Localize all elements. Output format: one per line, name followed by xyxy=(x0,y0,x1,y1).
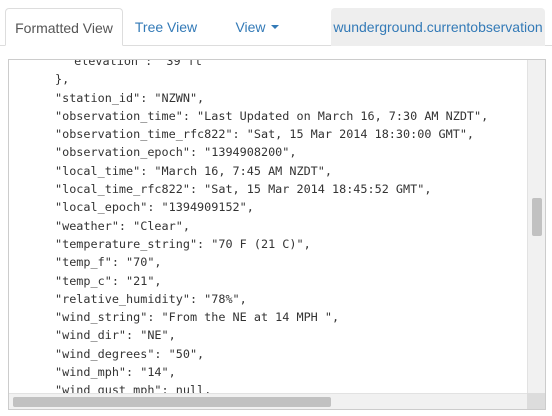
json-code: "elevation": "39 ft"}, "station_id": "NZW… xyxy=(9,59,525,400)
horizontal-scrollbar-thumb[interactable] xyxy=(13,397,331,407)
code-line: "local_epoch": "1394909152", xyxy=(55,200,254,215)
code-line: "wind_mph": "14", xyxy=(55,365,176,380)
json-viewer[interactable]: "elevation": "39 ft"}, "station_id": "NZW… xyxy=(8,59,546,410)
view-dropdown-label: View xyxy=(235,19,266,35)
code-line: "elevation": "39 ft" xyxy=(67,59,210,68)
code-line: "local_time": "March 16, 7:45 AM NZDT", xyxy=(55,163,332,178)
code-line: "temperature_string": "70 F (21 C)", xyxy=(55,236,311,251)
code-line: "wind_degrees": "50", xyxy=(55,346,205,361)
code-line: "observation_epoch": "1394908200", xyxy=(55,145,297,160)
tab-tree-view-label: Tree View xyxy=(134,19,198,35)
tab-formatted-view-label: Formatted View xyxy=(15,20,113,36)
tab-object-name-label: wunderground.currentobservation xyxy=(333,19,543,35)
code-line: "observation_time": "Last Updated on Mar… xyxy=(55,108,489,123)
caret-down-icon xyxy=(270,25,279,30)
tab-formatted-view[interactable]: Formatted View xyxy=(5,8,123,46)
code-line: "station_id": "NZWN", xyxy=(55,90,205,105)
tab-object-name[interactable]: wunderground.currentobservation xyxy=(331,8,545,46)
code-line: "temp_f": "70", xyxy=(55,255,162,270)
vertical-scrollbar[interactable] xyxy=(527,60,545,393)
horizontal-scrollbar[interactable] xyxy=(9,393,527,409)
tab-bar: Formatted View Tree View View wundergrou… xyxy=(0,0,552,46)
view-dropdown[interactable]: View xyxy=(222,8,292,46)
code-line: }, xyxy=(55,72,70,87)
code-line: "relative_humidity": "78%", xyxy=(55,291,247,306)
code-line: "wind_string": "From the NE at 14 MPH ", xyxy=(55,310,340,325)
code-line: "observation_time_rfc822": "Sat, 15 Mar … xyxy=(55,127,475,142)
code-line: "weather": "Clear", xyxy=(55,218,190,233)
code-line: "local_time_rfc822": "Sat, 15 Mar 2014 1… xyxy=(55,182,432,197)
vertical-scrollbar-thumb[interactable] xyxy=(532,198,542,236)
code-line: "temp_c": "21", xyxy=(55,273,162,288)
tab-tree-view[interactable]: Tree View xyxy=(124,8,208,46)
code-line: "wind_dir": "NE", xyxy=(55,328,176,343)
scrollbar-corner xyxy=(527,393,545,409)
